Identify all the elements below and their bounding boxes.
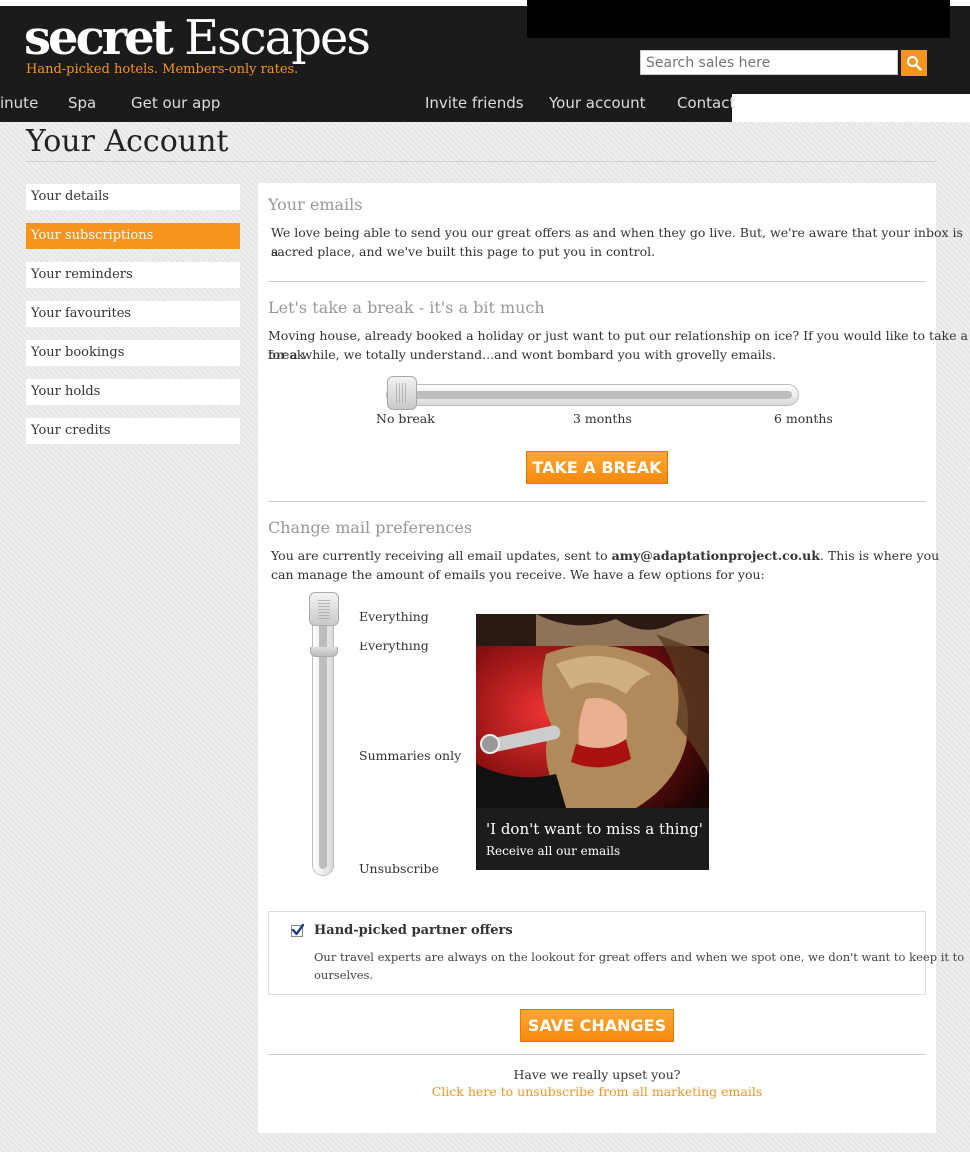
take-a-break-button[interactable]: TAKE A BREAK — [526, 451, 668, 484]
singer-photo — [476, 614, 709, 808]
sidebar-item-bookings[interactable]: Your bookings — [26, 340, 240, 366]
mail-frequency-handle[interactable] — [309, 592, 339, 626]
break-label-none: No break — [376, 411, 435, 426]
logo-escapes: Escapes — [184, 10, 371, 66]
sidebar-item-details[interactable]: Your details — [26, 184, 240, 210]
site-tagline: Hand-picked hotels. Members-only rates. — [26, 62, 299, 77]
search-input[interactable] — [640, 50, 898, 75]
option-unsubscribe[interactable]: Unsubscribe — [359, 861, 439, 876]
partner-offers-title: Hand-picked partner offers — [314, 923, 513, 938]
option-everything-duplicate: Everything — [359, 642, 429, 653]
checkmark-icon — [291, 923, 305, 936]
option-summaries-only[interactable]: Summaries only — [359, 748, 461, 763]
unsubscribe-all-link[interactable]: Click here to unsubscribe from all marke… — [258, 1084, 936, 1099]
break-heading: Let's take a break - it's a bit much — [268, 298, 545, 317]
mail-frequency-slider[interactable] — [312, 596, 334, 876]
break-slider-handle[interactable] — [387, 376, 417, 410]
redacted-area — [527, 0, 950, 38]
break-label-6-months: 6 months — [774, 411, 833, 426]
mail-frequency-handle-shadow — [310, 647, 338, 657]
emails-heading: Your emails — [268, 195, 363, 214]
mail-frequency-track — [319, 603, 327, 869]
site-logo[interactable]: secret Escapes — [24, 10, 371, 66]
mail-prefs-text-line1: You are currently receiving all email up… — [271, 546, 939, 565]
logo-secret: secret — [24, 10, 174, 66]
break-label-3-months: 3 months — [573, 411, 632, 426]
sidebar-item-reminders[interactable]: Your reminders — [26, 262, 240, 288]
subscriber-email: amy@adaptationproject.co.uk — [611, 548, 820, 563]
mail-prefs-text-prefix: You are currently receiving all email up… — [271, 548, 612, 563]
sidebar-item-subscriptions[interactable]: Your subscriptions — [26, 223, 240, 249]
card-title: 'I don't want to miss a thing' — [486, 820, 703, 838]
break-text-line2: for a while, we totally understand...and… — [268, 347, 777, 362]
save-changes-button[interactable]: SAVE CHANGES — [520, 1009, 674, 1042]
upset-question: Have we really upset you? — [513, 1067, 681, 1082]
card-subtitle: Receive all our emails — [486, 844, 621, 858]
partner-offers-text-line2: ourselves. — [314, 968, 374, 982]
option-everything-duplicate-text: Everything — [359, 642, 429, 653]
option-everything[interactable]: Everything — [359, 609, 429, 624]
magnifier-icon — [907, 56, 922, 71]
sidebar-item-favourites[interactable]: Your favourites — [26, 301, 240, 327]
section-divider — [268, 281, 926, 282]
mail-prefs-text-line2: can manage the amount of emails you rece… — [271, 567, 765, 582]
nav-item-spa[interactable]: Spa — [68, 94, 96, 112]
break-slider-track — [393, 391, 792, 399]
mail-prefs-heading: Change mail preferences — [268, 518, 473, 537]
partner-offers-text-line1: Our travel experts are always on the loo… — [314, 950, 965, 964]
page-title: Your Account — [26, 124, 229, 159]
nav-item-contact[interactable]: Contact — [677, 94, 735, 112]
mail-prefs-text-suffix: . This is where you — [819, 548, 940, 563]
title-divider — [26, 161, 936, 162]
sidebar-item-holds[interactable]: Your holds — [26, 379, 240, 405]
section-divider — [268, 1054, 926, 1055]
break-slider[interactable] — [386, 384, 799, 406]
nav-item-your-account[interactable]: Your account — [549, 94, 646, 112]
sidebar-item-credits[interactable]: Your credits — [26, 418, 240, 444]
search-button[interactable] — [901, 50, 927, 76]
nav-white-patch — [732, 94, 970, 122]
singer-illustration — [476, 614, 709, 808]
partner-offers-checkbox[interactable] — [291, 923, 305, 937]
emails-text-line2: sacred place, and we've built this page … — [271, 244, 656, 259]
nav-item-invite-friends[interactable]: Invite friends — [425, 94, 524, 112]
nav-item-last-minute[interactable]: inute — [0, 94, 38, 112]
section-divider — [268, 501, 926, 502]
preference-card-caption: 'I don't want to miss a thing' Receive a… — [476, 808, 709, 870]
nav-item-get-app[interactable]: Get our app — [131, 94, 220, 112]
